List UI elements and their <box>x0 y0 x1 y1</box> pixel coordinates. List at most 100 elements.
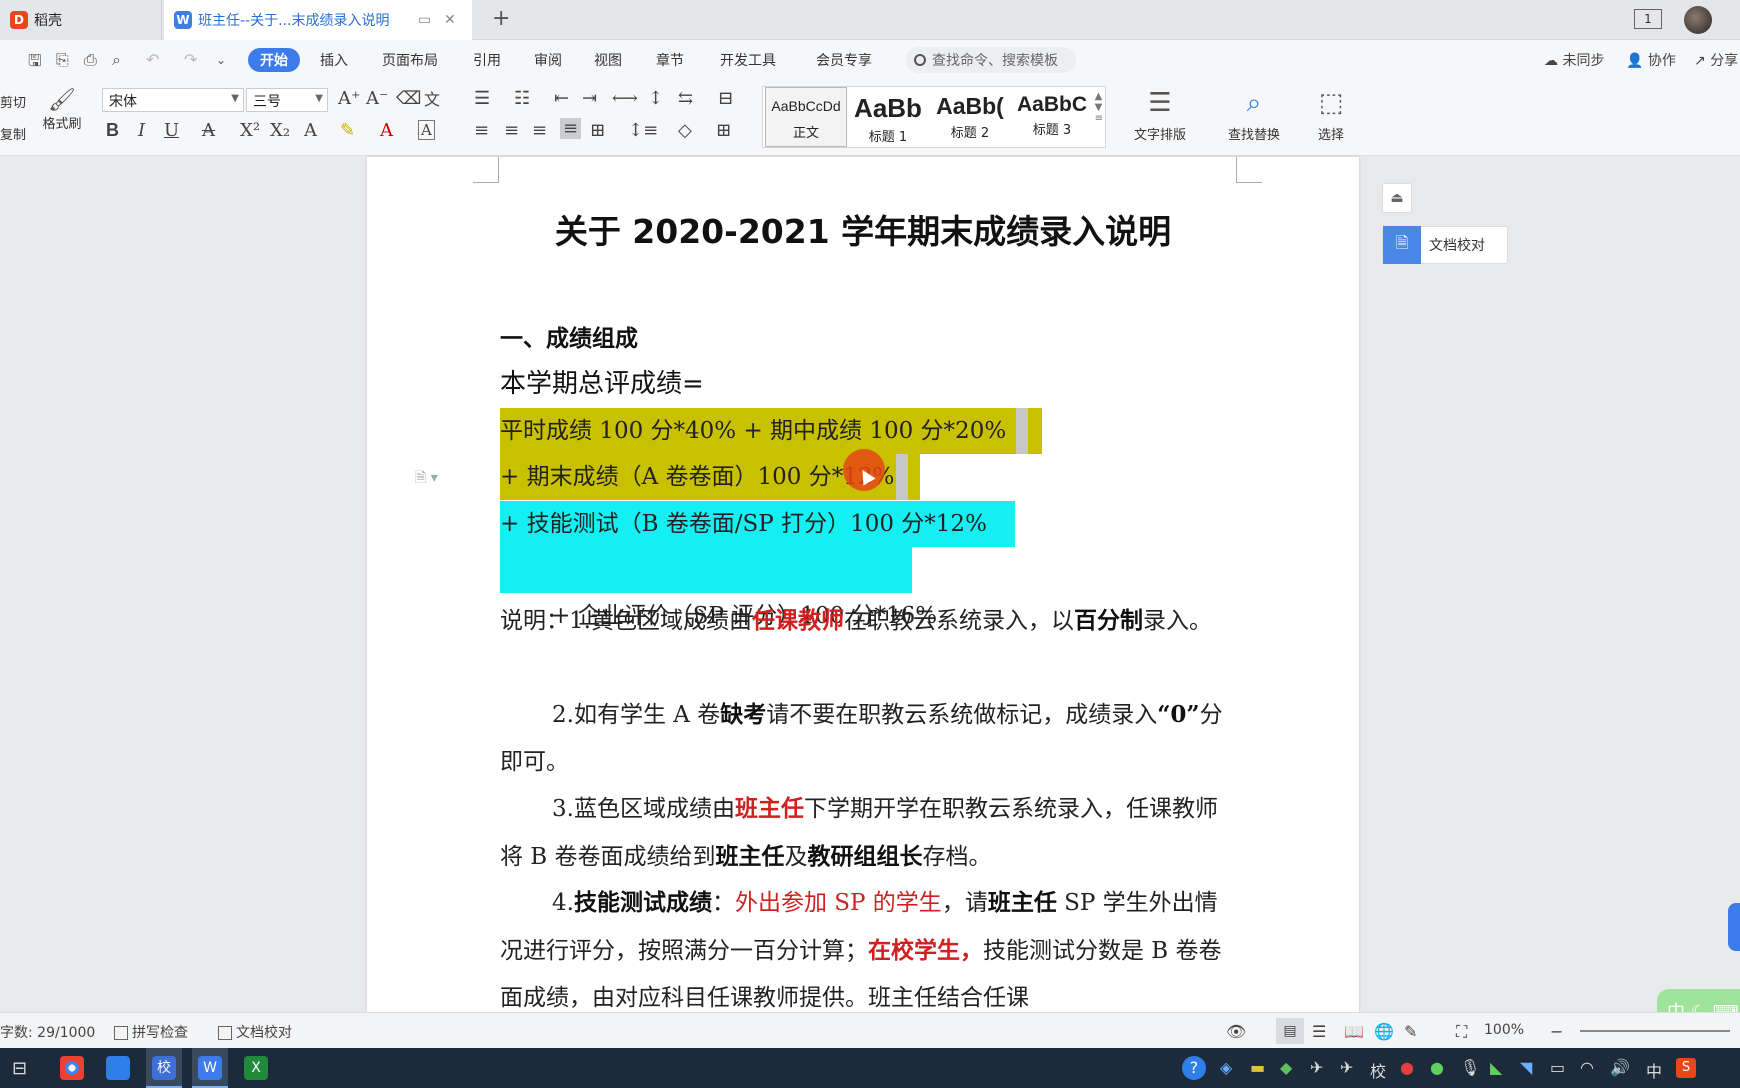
style-normal[interactable]: AaBbCcDd 正文 <box>765 87 847 147</box>
wps-writer-taskbar-icon[interactable]: W <box>198 1056 222 1080</box>
style-heading-2[interactable]: AaBb( 标题 2 <box>929 87 1011 147</box>
sogou-ime-icon[interactable]: S <box>1676 1058 1696 1078</box>
tray-folder-icon[interactable]: ▬ <box>1250 1058 1265 1077</box>
menu-references[interactable]: 引用 <box>473 50 501 70</box>
align-left-icon[interactable]: ≡ <box>474 120 489 141</box>
note-paragraph-1[interactable]: 说明：1.黄色区域成绩由任课教师在职教云系统录入，以百分制录入。 <box>500 597 1240 645</box>
clear-format-icon[interactable]: ⌫ <box>396 88 421 109</box>
write-mode-icon[interactable]: ✎ <box>1404 1022 1417 1041</box>
document-page[interactable]: 关于 2020-2021 学年期末成绩录入说明 一、成绩组成 本学期总评成绩= … <box>367 157 1359 1012</box>
menu-view[interactable]: 视图 <box>594 50 622 70</box>
chevron-down-icon[interactable]: ⌄ <box>216 53 226 67</box>
format-painter-button[interactable]: 🖌 格式刷 <box>38 88 86 132</box>
menu-home[interactable]: 开始 <box>248 48 300 72</box>
print-preview-icon[interactable]: ⌕ <box>112 50 121 70</box>
note-paragraph-4[interactable]: 4.技能测试成绩：外出参加 SP 的学生，请班主任 SP 学生外出情况进行评分，… <box>500 879 1240 1022</box>
text-layout-button[interactable]: ☰ 文字排版 <box>1120 88 1200 143</box>
sync-status[interactable]: ☁ 未同步 <box>1544 50 1604 70</box>
campus-app-icon[interactable]: 校 <box>152 1056 176 1080</box>
menu-review[interactable]: 审阅 <box>534 50 562 70</box>
superscript-icon[interactable]: X² <box>240 120 260 141</box>
wifi-icon[interactable]: ◠ <box>1580 1058 1594 1077</box>
fit-page-icon[interactable]: ⛶ <box>1456 1022 1467 1042</box>
doc-check-status-button[interactable]: 文档校对 <box>218 1022 292 1042</box>
web-view-icon[interactable]: 🌐 <box>1374 1022 1394 1041</box>
sort-icon[interactable]: ↕ <box>648 88 663 109</box>
show-hide-icon[interactable]: ⇆ <box>678 88 693 109</box>
zoom-level[interactable]: 100% <box>1484 1022 1524 1038</box>
undo-icon[interactable]: ↶ <box>146 50 159 69</box>
menu-insert[interactable]: 插入 <box>320 50 348 70</box>
new-tab-button[interactable]: + <box>492 6 510 31</box>
eye-protect-icon[interactable]: 👁 <box>1226 1022 1246 1041</box>
char-border-icon[interactable]: A <box>418 120 435 140</box>
close-tab-icon[interactable]: ✕ <box>444 12 456 28</box>
redo-icon[interactable]: ↷ <box>184 50 197 69</box>
formula-line-1[interactable]: 平时成绩 100 分*40% + 期中成绩 100 分*20% <box>500 408 1042 454</box>
tray-feishu-icon[interactable]: ◥ <box>1520 1058 1532 1077</box>
note-paragraph-3[interactable]: 3.蓝色区域成绩由班主任下学期开学在职教云系统录入，任课教师将 B 卷卷面成绩给… <box>500 785 1240 881</box>
justify-icon[interactable]: ≡ <box>560 118 582 139</box>
zoom-out-icon[interactable]: − <box>1550 1022 1563 1041</box>
command-search-input[interactable]: 查找命令、搜索模板 <box>906 47 1076 73</box>
menu-dev-tools[interactable]: 开发工具 <box>720 50 776 70</box>
menu-page-layout[interactable]: 页面布局 <box>382 50 438 70</box>
screen-icon[interactable]: ▭ <box>418 12 431 28</box>
share-button[interactable]: ↗ 分享 <box>1694 50 1738 70</box>
doc-check-panel-button[interactable]: 🗎 文档校对 <box>1382 226 1508 264</box>
align-right-icon[interactable]: ≡ <box>532 120 547 141</box>
copy-button[interactable]: 复制 <box>0 124 26 143</box>
print-icon[interactable]: ⎙ <box>84 50 97 70</box>
pinyin-icon[interactable]: 文 <box>424 86 440 110</box>
output-icon[interactable]: ⎘ <box>56 50 69 70</box>
underline-icon[interactable]: U <box>164 120 179 141</box>
tray-tool-icon[interactable]: ✈ <box>1310 1058 1323 1077</box>
increase-indent-icon[interactable]: ⇥ <box>582 88 597 109</box>
strikethrough-icon[interactable]: A <box>202 120 215 141</box>
tab-document[interactable]: W 班主任--关于...末成绩录入说明 ▭ ✕ <box>164 0 472 40</box>
side-helper-tab[interactable] <box>1728 903 1740 951</box>
task-view-icon[interactable]: ⊟ <box>12 1058 27 1079</box>
window-count-badge[interactable]: 1 <box>1634 9 1662 29</box>
style-heading-1[interactable]: AaBb 标题 1 <box>847 87 929 147</box>
excel-taskbar-icon[interactable]: X <box>244 1056 268 1080</box>
menu-member[interactable]: 会员专享 <box>816 50 872 70</box>
find-replace-button[interactable]: ⌕ 查找替换 <box>1214 88 1294 143</box>
align-center-icon[interactable]: ≡ <box>504 120 519 141</box>
numbered-list-icon[interactable]: ☷ <box>514 88 530 109</box>
text-effect-icon[interactable]: A <box>304 120 317 141</box>
zoom-slider[interactable] <box>1580 1030 1730 1032</box>
collapse-panel-icon[interactable]: ⏏ <box>1382 183 1412 213</box>
outline-view-icon[interactable]: ☰ <box>1312 1022 1326 1041</box>
note-paragraph-2[interactable]: 2.如有学生 A 卷缺考请不要在职教云系统做标记，成绩录入“0”分即可。 <box>500 691 1240 786</box>
select-button[interactable]: ⬚ 选择 <box>1300 88 1362 143</box>
cut-button[interactable]: 剪切 <box>0 92 26 111</box>
volume-icon[interactable]: 🔊 <box>1610 1058 1630 1077</box>
bullet-list-icon[interactable]: ☰ <box>474 88 490 109</box>
battery-icon[interactable]: ▭ <box>1550 1058 1565 1077</box>
word-count[interactable]: 字数: 29/1000 <box>0 1022 95 1042</box>
grow-font-icon[interactable]: A⁺ <box>338 88 361 109</box>
shrink-font-icon[interactable]: A⁻ <box>366 88 389 109</box>
wechat-icon[interactable]: ● <box>1430 1058 1444 1077</box>
menu-chapter[interactable]: 章节 <box>656 50 684 70</box>
microphone-icon[interactable]: 🎙 <box>1460 1058 1480 1077</box>
decrease-indent-icon[interactable]: ⇤ <box>554 88 569 109</box>
tab-home[interactable]: D 稻壳 <box>0 0 162 40</box>
styles-scroll-icon[interactable]: ▲ ▼ ≡ <box>1095 91 1103 124</box>
formula-line-3[interactable]: + 技能测试（B 卷卷面/SP 打分）100 分*12% <box>500 501 1015 547</box>
formula-line-4[interactable]: + 企业评价（SP 评分）100 分*16% <box>500 547 937 629</box>
help-icon[interactable]: ? <box>1182 1056 1206 1080</box>
line-spacing-icon[interactable]: ↕≡ <box>628 120 658 141</box>
bold-icon[interactable]: B <box>106 120 119 141</box>
chinese-layout-icon[interactable]: ⟷ <box>612 88 638 109</box>
font-color-icon[interactable]: A <box>380 120 393 141</box>
save-icon[interactable]: 🖫 <box>28 50 42 77</box>
subscript-icon[interactable]: X₂ <box>270 120 290 141</box>
highlight-icon[interactable]: ✎ <box>340 120 355 141</box>
borders-icon[interactable]: ⊞ <box>716 120 731 141</box>
chrome-icon[interactable] <box>60 1056 84 1080</box>
feishu-icon[interactable] <box>106 1056 130 1080</box>
italic-icon[interactable]: I <box>138 120 145 141</box>
tray-red-icon[interactable]: ● <box>1400 1058 1414 1077</box>
